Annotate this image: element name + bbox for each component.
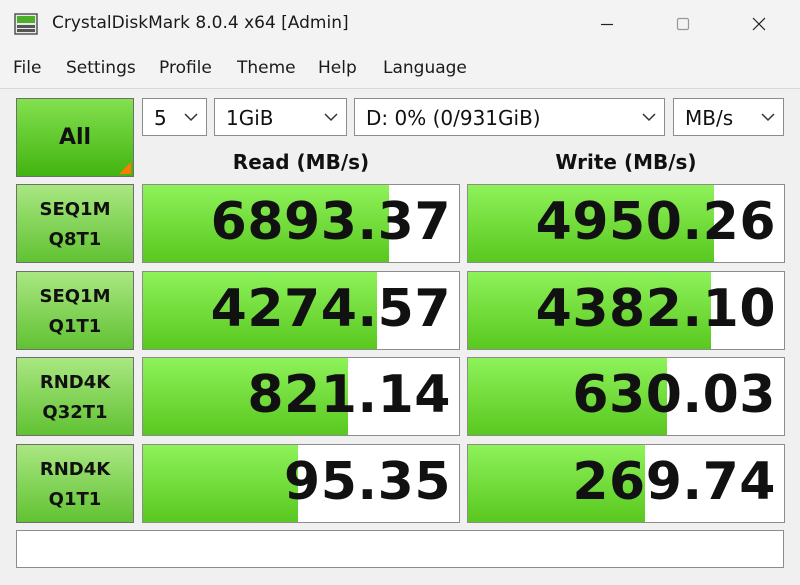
run-all-label: All <box>58 125 92 150</box>
read-value: 4274.57 <box>210 279 451 339</box>
test-name: SEQ1M <box>39 199 111 220</box>
menu-theme[interactable]: Theme <box>237 58 296 78</box>
close-icon <box>752 17 766 31</box>
comment-field[interactable] <box>16 530 784 568</box>
test-button-seq1m-q1t1[interactable]: SEQ1M Q1T1 <box>16 271 134 350</box>
read-result-seq1m-q1t1: 4274.57 <box>142 271 460 350</box>
test-button-seq1m-q8t1[interactable]: SEQ1M Q8T1 <box>16 184 134 263</box>
write-value: 4382.10 <box>535 279 776 339</box>
read-header: Read (MB/s) <box>232 150 370 174</box>
test-params: Q32T1 <box>42 402 108 423</box>
read-result-rnd4k-q32t1: 821.14 <box>142 357 460 436</box>
read-result-rnd4k-q1t1: 95.35 <box>142 444 460 523</box>
test-params: Q1T1 <box>48 489 102 510</box>
write-result-rnd4k-q1t1: 269.74 <box>467 444 785 523</box>
read-value: 95.35 <box>284 452 451 512</box>
menu-profile[interactable]: Profile <box>159 58 212 78</box>
write-result-rnd4k-q32t1: 630.03 <box>467 357 785 436</box>
test-count-select[interactable]: 5 <box>142 98 207 136</box>
test-size-value: 1GiB <box>226 106 274 130</box>
write-value: 630.03 <box>572 365 776 425</box>
chevron-down-icon <box>761 113 775 122</box>
close-button[interactable] <box>736 0 782 48</box>
test-size-select[interactable]: 1GiB <box>214 98 347 136</box>
test-name: RND4K <box>39 372 111 393</box>
test-button-rnd4k-q1t1[interactable]: RND4K Q1T1 <box>16 444 134 523</box>
write-result-seq1m-q8t1: 4950.26 <box>467 184 785 263</box>
title-bar: CrystalDiskMark 8.0.4 x64 [Admin] <box>0 0 800 48</box>
test-button-rnd4k-q32t1[interactable]: RND4K Q32T1 <box>16 357 134 436</box>
test-params: Q8T1 <box>48 229 102 250</box>
menu-file[interactable]: File <box>13 58 41 78</box>
window-title: CrystalDiskMark 8.0.4 x64 [Admin] <box>52 13 349 33</box>
menu-help[interactable]: Help <box>318 58 357 78</box>
test-params: Q1T1 <box>48 316 102 337</box>
write-value: 269.74 <box>572 452 776 512</box>
drive-value: D: 0% (0/931GiB) <box>366 106 541 130</box>
unit-select[interactable]: MB/s <box>673 98 784 136</box>
chevron-down-icon <box>642 113 656 122</box>
maximize-button[interactable] <box>660 0 706 48</box>
minimize-button[interactable] <box>584 0 630 48</box>
read-bar <box>143 445 298 522</box>
menu-settings[interactable]: Settings <box>66 58 136 78</box>
read-value: 6893.37 <box>210 192 451 252</box>
read-result-seq1m-q8t1: 6893.37 <box>142 184 460 263</box>
write-value: 4950.26 <box>535 192 776 252</box>
minimize-icon <box>601 23 613 26</box>
drive-select[interactable]: D: 0% (0/931GiB) <box>354 98 665 136</box>
read-value: 821.14 <box>247 365 451 425</box>
test-count-value: 5 <box>154 106 167 130</box>
run-all-button[interactable]: All <box>16 98 134 177</box>
write-result-seq1m-q1t1: 4382.10 <box>467 271 785 350</box>
test-name: RND4K <box>39 459 111 480</box>
app-icon <box>14 13 38 35</box>
write-header: Write (MB/s) <box>555 150 697 174</box>
menu-bar: File Settings Profile Theme Help Languag… <box>0 52 800 86</box>
maximize-icon <box>676 17 690 31</box>
menu-language[interactable]: Language <box>383 58 467 78</box>
chevron-down-icon <box>184 113 198 122</box>
test-name: SEQ1M <box>39 286 111 307</box>
chevron-down-icon <box>324 113 338 122</box>
corner-marker <box>119 162 131 174</box>
unit-value: MB/s <box>685 106 734 130</box>
